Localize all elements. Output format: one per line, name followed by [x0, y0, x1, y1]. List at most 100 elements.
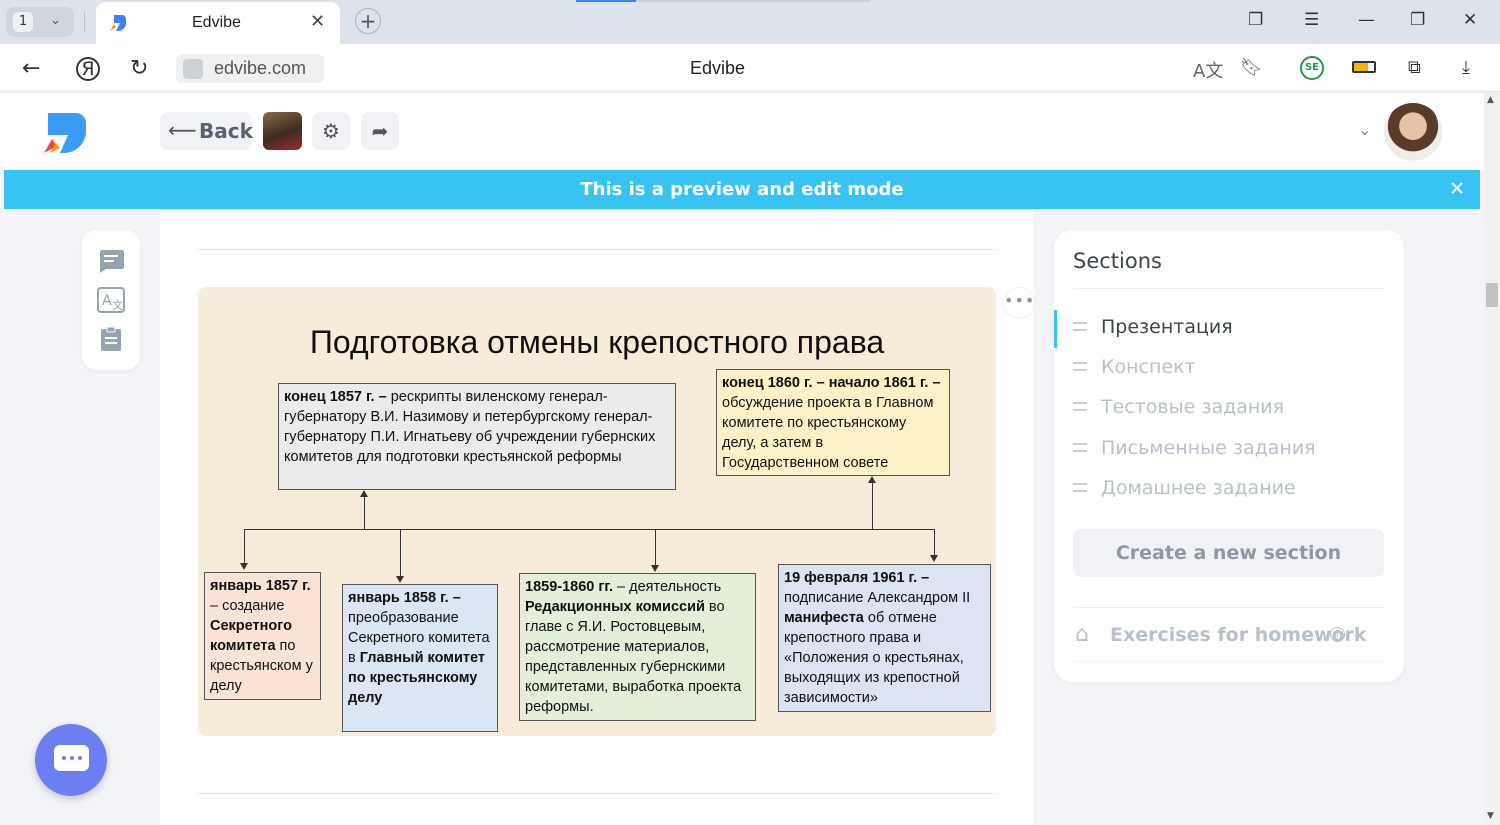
box-bold: манифеста [784, 610, 864, 626]
connector [872, 483, 873, 529]
restore-icon[interactable]: ❐ [1410, 10, 1425, 30]
preview-mode-banner: This is a preview and edit mode ✕ [4, 170, 1480, 209]
browser-tab-edvibe[interactable]: Edvibe ✕ [96, 2, 340, 44]
box-date: 1859-1860 гг. [525, 579, 614, 595]
section-item-tests[interactable]: Тестовые задания [1073, 394, 1373, 424]
edvibe-favicon-icon [110, 15, 126, 31]
close-banner-icon[interactable]: ✕ [1449, 178, 1465, 200]
box-text: подписание Александром II [784, 590, 971, 606]
box-date: конец 1857 г. – [284, 389, 387, 405]
arrow-down-icon [651, 565, 659, 572]
close-tab-icon[interactable]: ✕ [310, 11, 325, 32]
yandex-icon[interactable]: Я [76, 57, 100, 81]
arrow-down-icon [240, 563, 248, 570]
section-item-homework[interactable]: Домашнее задание [1073, 475, 1373, 505]
menu-icon[interactable]: ☰ [1304, 10, 1319, 30]
box-text: – деятельность [613, 579, 722, 595]
section-label: Тестовые задания [1101, 396, 1285, 418]
clipboard-icon[interactable] [97, 326, 125, 352]
minimize-icon[interactable]: — [1358, 10, 1375, 30]
drag-handle-icon[interactable] [1073, 443, 1087, 452]
slide-box-1857-jan: январь 1857 г. – создание Секретного ком… [204, 572, 321, 700]
lock-icon[interactable] [183, 59, 203, 79]
timeline-line [244, 529, 935, 530]
download-icon[interactable]: ⤓ [1462, 57, 1470, 78]
scroll-up-icon[interactable]: ▲ [1487, 95, 1494, 105]
scrollbar-thumb[interactable] [1486, 283, 1498, 307]
more-options-button[interactable]: ••• [1003, 287, 1035, 319]
svg-text:A: A [102, 293, 112, 309]
slide-title: Подготовка отмены крепостного права [309, 324, 885, 360]
settings-button[interactable]: ⚙ [312, 112, 350, 150]
box-text: во главе с Я.И. Ростовцевым, рассмотрени… [525, 599, 742, 715]
drag-handle-icon[interactable] [1073, 483, 1087, 492]
url-field[interactable]: edvibe.com [176, 54, 324, 83]
new-tab-button[interactable]: + [355, 8, 381, 34]
divider [198, 249, 996, 250]
connector [655, 529, 656, 565]
section-item-summary[interactable]: Конспект [1073, 354, 1373, 384]
share-button[interactable]: ➦ [361, 112, 399, 150]
scroll-down-icon[interactable]: ▼ [1487, 811, 1494, 821]
url-text: edvibe.com [214, 58, 307, 78]
section-item-presentation[interactable]: Презентация [1073, 314, 1373, 344]
notes-icon[interactable] [97, 248, 125, 274]
section-label: Презентация [1101, 316, 1233, 338]
chevron-down-icon[interactable]: ⌄ [1358, 120, 1371, 139]
tab-counter[interactable]: 1 ⌄ [6, 7, 74, 37]
arrow-down-icon [930, 555, 938, 562]
chat-button[interactable] [35, 724, 107, 796]
address-bar: ← Я ↻ edvibe.com Edvibe A文 🔖︎ SE ⧉ ⤓ [0, 44, 1500, 92]
slide-box-1860-1861: конец 1860 г. – начало 1861 г. – обсужде… [716, 369, 950, 476]
close-window-icon[interactable]: ✕ [1463, 10, 1477, 30]
slide-box-1858: январь 1858 г. – преобразование Секретно… [342, 584, 498, 732]
divider [1073, 661, 1384, 662]
box-text: – создание [210, 598, 285, 614]
browser-tabbar: 1 ⌄ Edvibe ✕ + ❐ ☰ — ❐ ✕ [0, 0, 1500, 44]
divider [198, 793, 996, 794]
edvibe-logo-icon[interactable] [40, 109, 90, 155]
avatar[interactable] [1384, 103, 1442, 161]
box-date: январь 1858 г. – [348, 590, 461, 606]
presentation-slide[interactable]: Подготовка отмены крепостного права коне… [198, 287, 996, 736]
page-scrollbar[interactable]: ▲ ▼ [1484, 93, 1500, 825]
divider [1073, 607, 1384, 608]
slide-box-1859-1860: 1859-1860 гг. – деятельность Редакционны… [519, 573, 756, 721]
section-label: Конспект [1101, 356, 1196, 378]
section-item-written[interactable]: Письменные задания [1073, 435, 1373, 465]
tab-title: Edvibe [192, 14, 241, 31]
extension-se-icon[interactable]: SE [1300, 56, 1324, 80]
bookmark-icon[interactable]: 🔖︎ [1240, 57, 1263, 78]
translate-icon[interactable]: A文 [1193, 57, 1223, 83]
box-bold: Главный комитет по крестьянскому делу [348, 650, 485, 706]
slide-box-1861-feb: 19 февраля 1961 г. – подписание Александ… [778, 564, 991, 712]
back-button[interactable]: ⟵ Back [160, 112, 253, 150]
connector [364, 497, 365, 529]
back-icon[interactable]: ← [22, 56, 40, 81]
divider [1073, 288, 1384, 289]
section-label: Домашнее задание [1101, 477, 1296, 499]
connector [400, 529, 401, 576]
bookmarks-panel-icon[interactable]: ❐ [1248, 10, 1263, 30]
reload-icon[interactable]: ↻ [130, 56, 148, 81]
extensions-icon[interactable]: ⧉ [1408, 57, 1421, 78]
homework-label: Exercises for homework [1110, 624, 1367, 646]
help-icon[interactable]: ? [1330, 627, 1345, 642]
arrow-up-icon [360, 490, 368, 497]
chat-icon [54, 745, 89, 771]
app-header: ⟵ Back ⚙ ➦ ⌄ [0, 93, 1484, 170]
lesson-cover-image[interactable] [263, 112, 302, 150]
homework-exercises-link[interactable]: ⌂ Exercises for homework ? [1073, 620, 1373, 650]
box-text: обсуждение проекта в Главном комитете по… [722, 395, 934, 471]
box-date: январь 1857 г. [210, 578, 311, 594]
box-date: конец 1860 г. – начало 1861 г. – [722, 375, 941, 391]
battery-icon[interactable] [1352, 61, 1376, 73]
sections-title: Sections [1073, 249, 1162, 273]
drag-handle-icon[interactable] [1073, 362, 1087, 371]
connector [934, 529, 935, 555]
drag-handle-icon[interactable] [1073, 322, 1087, 331]
create-section-button[interactable]: Create a new section [1073, 529, 1384, 577]
section-label: Письменные задания [1101, 437, 1316, 459]
drag-handle-icon[interactable] [1073, 402, 1087, 411]
translate-icon[interactable]: A 文 [97, 287, 125, 313]
